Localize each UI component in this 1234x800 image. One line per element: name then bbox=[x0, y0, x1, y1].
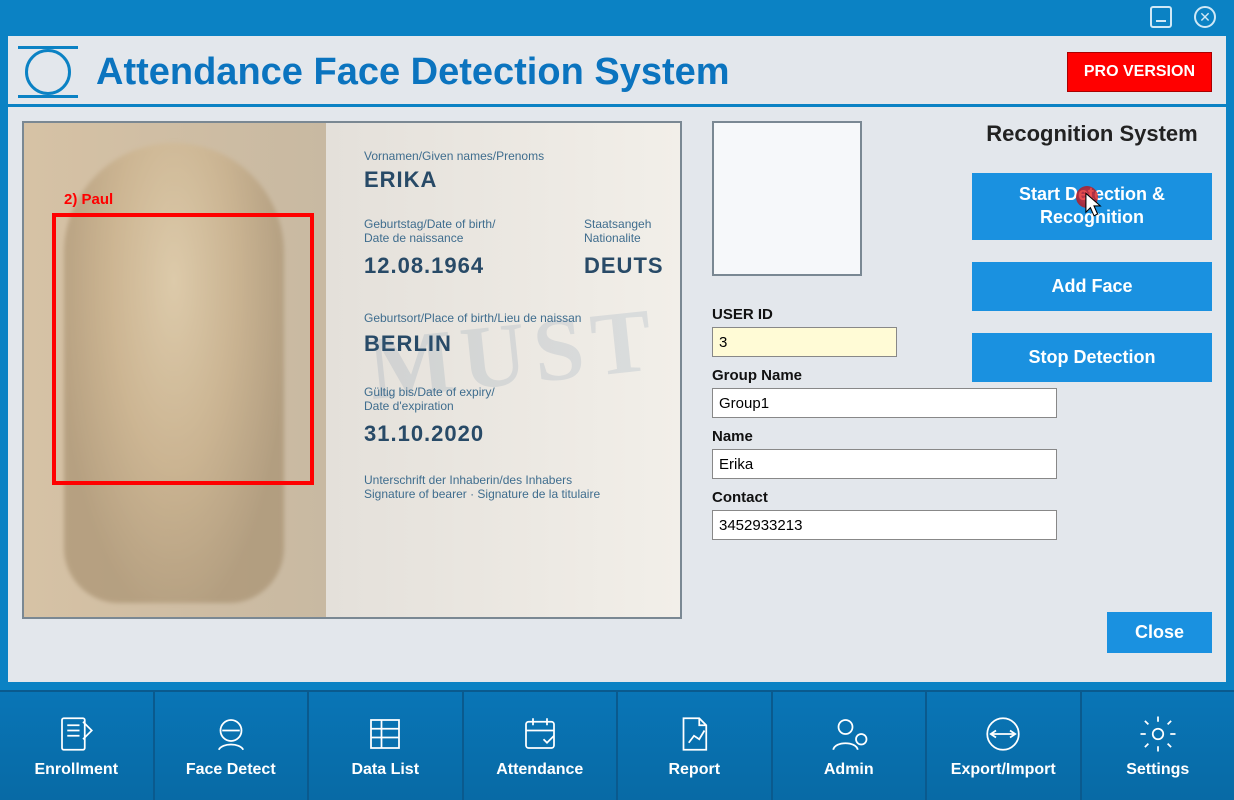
id-given-value: ERIKA bbox=[364, 167, 437, 193]
nav-admin-label: Admin bbox=[824, 761, 874, 779]
admin-icon bbox=[828, 713, 870, 755]
nav-report[interactable]: Report bbox=[618, 692, 773, 800]
nav-data-list[interactable]: Data List bbox=[309, 692, 464, 800]
nav-enrollment-label: Enrollment bbox=[34, 761, 118, 779]
nav-attendance[interactable]: Attendance bbox=[464, 692, 619, 800]
settings-icon bbox=[1137, 713, 1179, 755]
id-dob-value: 12.08.1964 bbox=[364, 253, 484, 279]
nav-data-list-label: Data List bbox=[351, 761, 419, 779]
camera-preview: 2) Paul Vornamen/Given names/Prenoms ERI… bbox=[22, 121, 682, 619]
id-watermark: MUST bbox=[363, 288, 664, 421]
enrollment-icon bbox=[55, 713, 97, 755]
nav-admin[interactable]: Admin bbox=[773, 692, 928, 800]
app-logo-icon bbox=[18, 46, 78, 98]
recognition-title: Recognition System bbox=[972, 121, 1212, 147]
nav-settings[interactable]: Settings bbox=[1082, 692, 1234, 800]
nav-export-label: Export/Import bbox=[951, 761, 1056, 779]
name-label: Name bbox=[712, 428, 942, 445]
id-given-label: Vornamen/Given names/Prenoms bbox=[364, 149, 544, 163]
add-face-button[interactable]: Add Face bbox=[972, 262, 1212, 311]
face-bounding-box bbox=[52, 213, 314, 485]
face-detect-icon bbox=[210, 713, 252, 755]
nav-attendance-label: Attendance bbox=[496, 761, 583, 779]
data-list-icon bbox=[364, 713, 406, 755]
id-nation-value: DEUTS bbox=[584, 253, 664, 279]
user-thumbnail bbox=[712, 121, 862, 276]
titlebar: ✕ bbox=[0, 0, 1234, 34]
group-name-label: Group Name bbox=[712, 367, 942, 384]
click-indicator-icon bbox=[1076, 186, 1098, 208]
face-detection-label: 2) Paul bbox=[64, 191, 113, 208]
export-import-icon bbox=[982, 713, 1024, 755]
stop-detection-button[interactable]: Stop Detection bbox=[972, 333, 1212, 382]
user-id-label: USER ID bbox=[712, 306, 942, 323]
user-id-field[interactable] bbox=[712, 327, 897, 357]
header: Attendance Face Detection System PRO VER… bbox=[8, 36, 1226, 107]
nav-enrollment[interactable]: Enrollment bbox=[0, 692, 155, 800]
minimize-icon[interactable] bbox=[1150, 6, 1172, 28]
close-window-icon[interactable]: ✕ bbox=[1194, 6, 1216, 28]
report-icon bbox=[673, 713, 715, 755]
pro-version-button[interactable]: PRO VERSION bbox=[1067, 52, 1212, 92]
nav-face-detect[interactable]: Face Detect bbox=[155, 692, 310, 800]
attendance-icon bbox=[519, 713, 561, 755]
nav-settings-label: Settings bbox=[1126, 761, 1189, 779]
contact-label: Contact bbox=[712, 489, 942, 506]
content-area: 2) Paul Vornamen/Given names/Prenoms ERI… bbox=[8, 107, 1226, 667]
app-title: Attendance Face Detection System bbox=[96, 51, 1049, 94]
nav-face-detect-label: Face Detect bbox=[186, 761, 276, 779]
bottom-nav: Enrollment Face Detect Data List Attenda… bbox=[0, 690, 1234, 800]
id-sig-label: Unterschrift der Inhaberin/des Inhabers … bbox=[364, 473, 600, 501]
close-button[interactable]: Close bbox=[1107, 612, 1212, 653]
id-nation-label: Staatsangeh Nationalite bbox=[584, 217, 651, 245]
id-exp-value: 31.10.2020 bbox=[364, 421, 484, 447]
user-info-column: USER ID Group Name Name Contact bbox=[712, 121, 942, 653]
nav-report-label: Report bbox=[668, 761, 720, 779]
nav-export-import[interactable]: Export/Import bbox=[927, 692, 1082, 800]
id-dob-label: Geburtstag/Date of birth/ Date de naissa… bbox=[364, 217, 495, 245]
main-panel: Attendance Face Detection System PRO VER… bbox=[6, 34, 1228, 684]
